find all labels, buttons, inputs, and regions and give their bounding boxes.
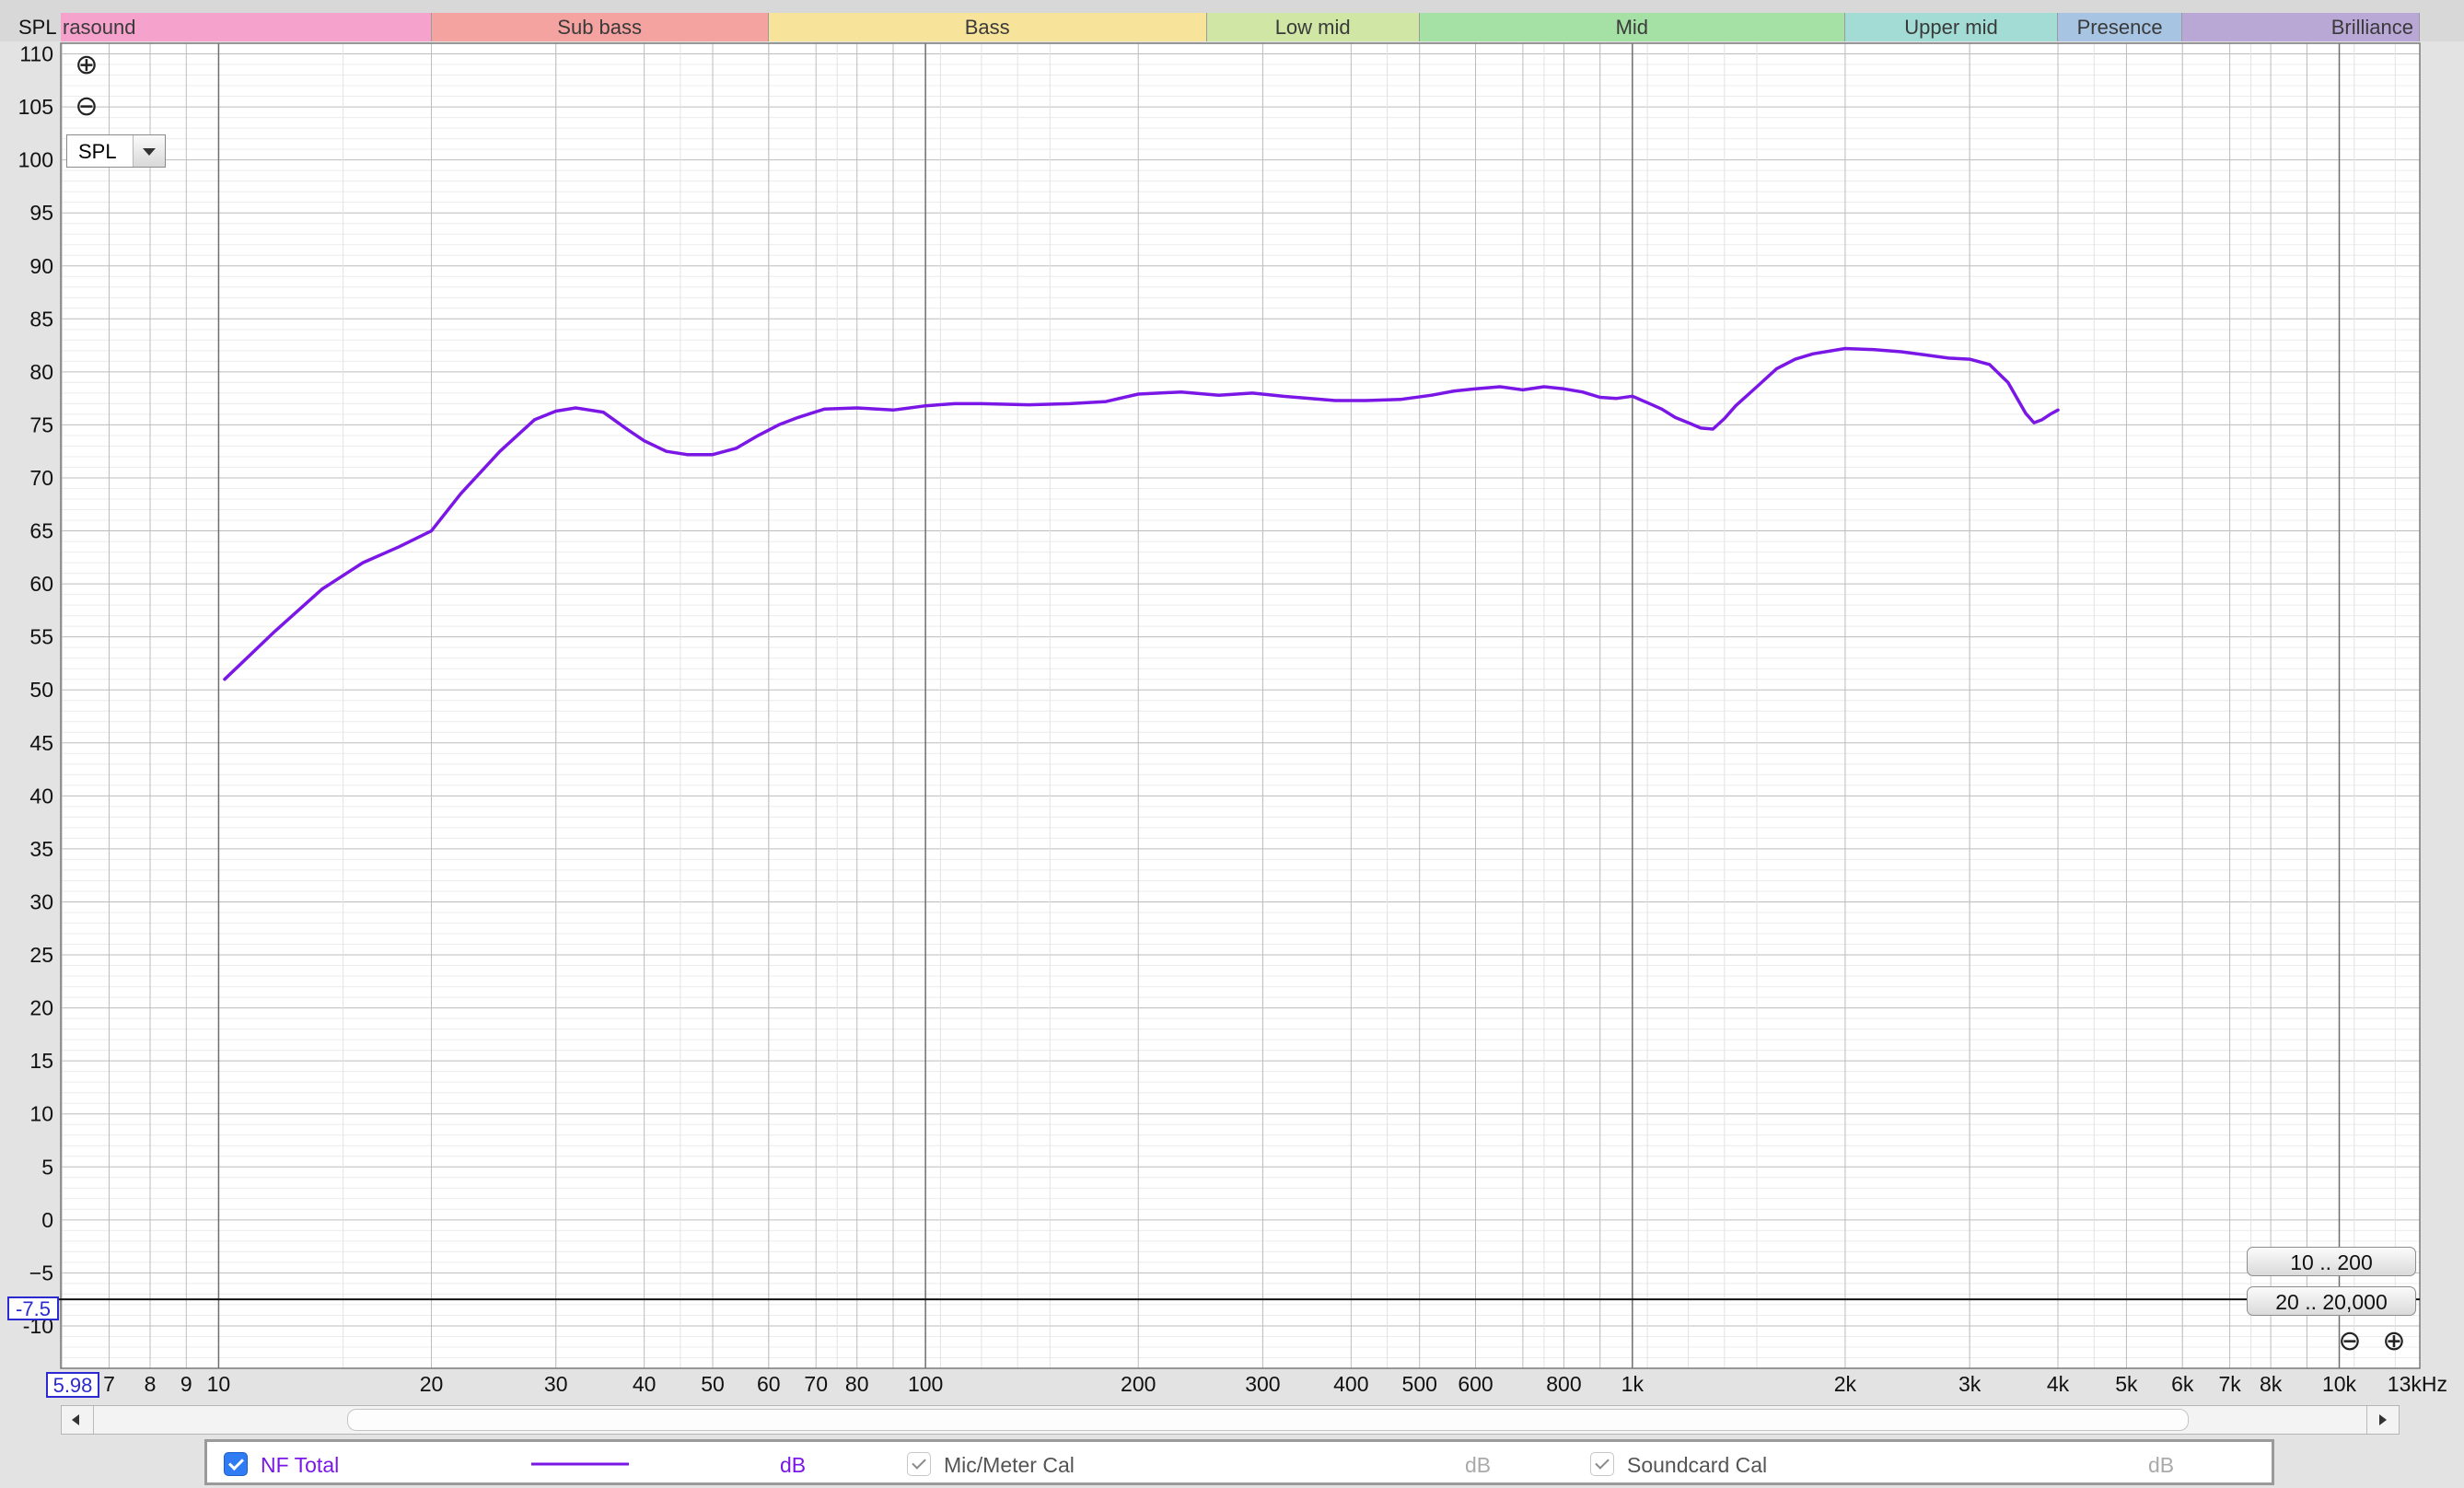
- nf-total-checkbox[interactable]: [224, 1452, 248, 1476]
- y-tick-label: −5: [29, 1261, 53, 1285]
- y-tick-label: 55: [29, 625, 53, 649]
- measurement-type-select[interactable]: SPL: [66, 134, 166, 168]
- x-tick-label: 40: [633, 1372, 657, 1396]
- y-tick-label: 95: [29, 201, 53, 225]
- y-tick-label: 40: [29, 784, 53, 808]
- scroll-right-arrow-icon[interactable]: [2366, 1406, 2399, 1434]
- cursor-y-value[interactable]: -7.5: [7, 1296, 59, 1320]
- y-axis: 1101051009590858075706560555045403530252…: [18, 42, 53, 1338]
- y-tick-label: 75: [29, 413, 53, 436]
- scroll-thumb[interactable]: [347, 1409, 2189, 1431]
- y-tick-label: 15: [29, 1049, 53, 1073]
- x-tick-label: 30: [544, 1372, 568, 1396]
- x-tick-label: 10k: [2322, 1372, 2357, 1396]
- y-tick-label: 0: [41, 1208, 53, 1232]
- y-tick-label: 20: [29, 996, 53, 1020]
- y-tick-label: 35: [29, 837, 53, 861]
- chevron-down-icon[interactable]: [133, 135, 165, 167]
- y-tick-label: 105: [18, 95, 53, 119]
- range-10-200-button[interactable]: 10 .. 200: [2247, 1247, 2416, 1276]
- soundcard-cal-checkbox[interactable]: [1590, 1452, 1614, 1476]
- measurement-type-value: SPL: [78, 140, 117, 163]
- plot-background: [61, 43, 2420, 1368]
- y-tick-label: 45: [29, 731, 53, 755]
- legend-unit-mic-meter-cal: dB: [1465, 1453, 1492, 1477]
- y-tick-label: 80: [29, 360, 53, 384]
- zoom-out-x-icon[interactable]: ⊖: [2336, 1328, 2364, 1355]
- x-tick-label: 6k: [2171, 1372, 2194, 1396]
- x-tick-label: 1k: [1621, 1372, 1645, 1396]
- y-tick-label: 30: [29, 889, 53, 913]
- y-tick-label: 85: [29, 307, 53, 331]
- y-tick-label: 5: [41, 1155, 53, 1179]
- legend-label-nf-total: NF Total: [261, 1453, 340, 1477]
- zoom-out-icon[interactable]: ⊖: [73, 93, 100, 121]
- legend-unit-nf-total: dB: [780, 1453, 807, 1477]
- x-tick-label: 7k: [2218, 1372, 2241, 1396]
- zoom-in-x-icon[interactable]: ⊕: [2380, 1328, 2408, 1355]
- horizontal-scrollbar[interactable]: [61, 1405, 2400, 1435]
- x-tick-label: 200: [1121, 1372, 1156, 1396]
- x-tick-label: 7: [103, 1372, 115, 1396]
- y-tick-label: 70: [29, 466, 53, 490]
- y-tick-label: 10: [29, 1102, 53, 1126]
- x-tick-label: 60: [757, 1372, 781, 1396]
- x-tick-label: 50: [701, 1372, 725, 1396]
- x-tick-label: 10: [207, 1372, 231, 1396]
- x-tick-label: 5k: [2115, 1372, 2138, 1396]
- x-tick-label: 80: [845, 1372, 869, 1396]
- x-tick-label: 100: [908, 1372, 943, 1396]
- mic-meter-cal-checkbox[interactable]: [907, 1452, 931, 1476]
- x-tick-label: 2k: [1834, 1372, 1857, 1396]
- x-tick-label: 3k: [1958, 1372, 1982, 1396]
- y-tick-label: 65: [29, 519, 53, 543]
- x-tick-label: 400: [1333, 1372, 1368, 1396]
- scroll-left-arrow-icon[interactable]: [62, 1406, 94, 1434]
- y-tick-label: 110: [19, 42, 53, 66]
- x-axis: 7 8 9 10 20 30 40 50 60 70 80 100 200 300 400 500 600 800…: [103, 1372, 2447, 1396]
- nf-total-line-swatch: [531, 1462, 629, 1466]
- y-tick-label: 25: [29, 943, 53, 967]
- y-tick-label: 100: [18, 148, 53, 172]
- legend-label-mic-meter-cal: Mic/Meter Cal: [944, 1453, 1075, 1477]
- x-tick-label: 600: [1458, 1372, 1493, 1396]
- x-tick-label: 800: [1546, 1372, 1581, 1396]
- zoom-in-icon[interactable]: ⊕: [73, 52, 100, 79]
- x-tick-label: 500: [1402, 1372, 1437, 1396]
- frequency-response-chart[interactable]: 1101051009590858075706560555045403530252…: [0, 0, 2464, 1409]
- x-tick-label: 20: [420, 1372, 444, 1396]
- x-tick-label: 9: [180, 1372, 192, 1396]
- legend-label-soundcard-cal: Soundcard Cal: [1627, 1453, 1768, 1477]
- x-tick-label: 300: [1245, 1372, 1280, 1396]
- x-tick-label: 4k: [2047, 1372, 2070, 1396]
- legend-unit-soundcard-cal: dB: [2148, 1453, 2175, 1477]
- y-tick-label: 90: [29, 254, 53, 278]
- range-20-20000-button[interactable]: 20 .. 20,000: [2247, 1286, 2416, 1316]
- y-tick-label: 60: [29, 572, 53, 596]
- legend-panel: NF Total dB Mic/Meter Cal dB Soundcard C…: [204, 1439, 2274, 1485]
- x-tick-label: 70: [804, 1372, 828, 1396]
- x-tick-label: 8k: [2260, 1372, 2283, 1396]
- x-tick-label: 8: [145, 1372, 157, 1396]
- x-tick-label: 13kHz: [2388, 1372, 2447, 1396]
- y-tick-label: 50: [29, 678, 53, 702]
- cursor-x-value[interactable]: 5.98: [46, 1372, 99, 1398]
